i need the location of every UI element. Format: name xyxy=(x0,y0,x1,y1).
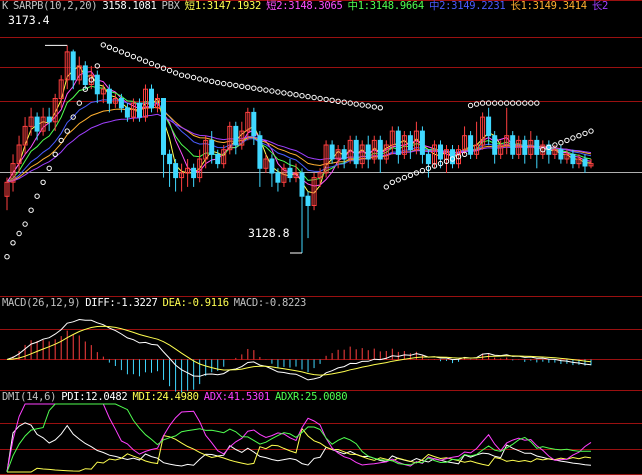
price-header-item-9: 长2 xyxy=(591,0,609,12)
candle-body-45 xyxy=(275,172,281,183)
macd-header-item-1: DIFF:-1.3227 xyxy=(85,297,158,309)
candle-body-19 xyxy=(118,98,124,109)
candle-body-11 xyxy=(70,51,76,81)
price-header-item-2: 3158.1081 xyxy=(102,0,157,12)
high-price-label: 3173.4 xyxy=(8,13,50,27)
price-indicator-header: K SARPB(10,2,20) 3158.1081 PBX 短1:3147.1932 短… xyxy=(2,0,613,13)
candle-body-7 xyxy=(46,116,52,123)
dmi-indicator-header: DMI(14,6) PDI:12.0482 MDI:24.4980 ADX:41.53… xyxy=(2,391,352,404)
macd-header-item-0: MACD(26,12,9) xyxy=(2,297,81,309)
candle-body-31 xyxy=(191,167,197,179)
candle-body-5 xyxy=(34,116,40,132)
candle-58 xyxy=(353,135,359,169)
candle-13 xyxy=(82,61,88,90)
candle-body-17 xyxy=(106,88,112,104)
candle-body-28 xyxy=(173,163,179,179)
candle-body-72 xyxy=(438,144,443,160)
candle-body-70 xyxy=(425,153,431,165)
price-header-item-0: K xyxy=(2,0,9,12)
candle-body-92 xyxy=(558,149,564,160)
candle-body-34 xyxy=(209,139,215,155)
candle-body-47 xyxy=(287,167,293,179)
dmi-header-item-1: PDI:12.0482 xyxy=(61,391,128,403)
candle-body-41 xyxy=(251,111,257,137)
price-header-item-7: 中2:3149.2231 xyxy=(428,0,506,12)
candle-body-96 xyxy=(582,158,588,167)
candle-body-65 xyxy=(395,130,401,155)
macd-header-item-3: MACD:-0.8223 xyxy=(233,297,307,309)
candle-body-94 xyxy=(570,153,576,165)
low-price-label: 3128.8 xyxy=(248,226,290,240)
macd-header-item-2: DEA:-0.9116 xyxy=(162,297,230,309)
candle-body-20 xyxy=(124,107,130,118)
price-header-item-5: 短2:3148.3065 xyxy=(266,0,343,12)
candle-body-49 xyxy=(299,172,305,197)
dmi-header-item-2: MDI:24.4980 xyxy=(132,391,199,403)
candle-body-13 xyxy=(82,65,88,86)
candle-body-56 xyxy=(341,149,347,160)
candle-body-54 xyxy=(329,144,335,160)
macd-indicator-header: MACD(26,12,9) DIFF:-1.3227 DEA:-0.9116 MACD… xyxy=(2,297,311,310)
price-header-item-3: PBX xyxy=(161,0,180,12)
dmi-header-item-4: ADXR:25.0080 xyxy=(274,391,348,403)
candle-body-44 xyxy=(269,158,275,174)
candle-body-80 xyxy=(486,116,492,137)
candle-body-50 xyxy=(305,195,311,206)
candle-body-84 xyxy=(510,135,516,155)
candle-body-24 xyxy=(149,88,154,109)
candle-77 xyxy=(468,131,474,159)
candle-84 xyxy=(510,131,516,159)
price-header-item-4: 短1:3147.1932 xyxy=(184,0,262,12)
price-header-item-6: 中1:3148.9664 xyxy=(347,0,425,12)
candle-body-77 xyxy=(468,135,474,155)
dmi-header-item-0: DMI(14,6) xyxy=(2,391,57,403)
candle-body-26 xyxy=(161,98,166,155)
candle-body-38 xyxy=(233,125,239,146)
candle-body-86 xyxy=(522,139,528,155)
candle-body-81 xyxy=(492,135,498,155)
candle-body-69 xyxy=(419,130,425,155)
candle-body-67 xyxy=(407,135,413,151)
price-header-item-8: 长1:3149.3414 xyxy=(510,0,587,12)
candle-body-60 xyxy=(365,144,371,160)
candle-body-35 xyxy=(215,153,221,165)
candle-body-58 xyxy=(353,139,359,165)
dmi-header-item-3: ADX:41.5301 xyxy=(203,391,271,403)
candle-body-27 xyxy=(167,153,173,165)
candle-body-62 xyxy=(377,139,383,160)
candle-body-42 xyxy=(257,135,263,169)
candle-body-15 xyxy=(94,74,100,95)
candle-body-88 xyxy=(534,139,540,155)
candle-body-22 xyxy=(137,102,142,118)
price-header-item-1: SARPB(10,2,20) xyxy=(13,0,98,12)
